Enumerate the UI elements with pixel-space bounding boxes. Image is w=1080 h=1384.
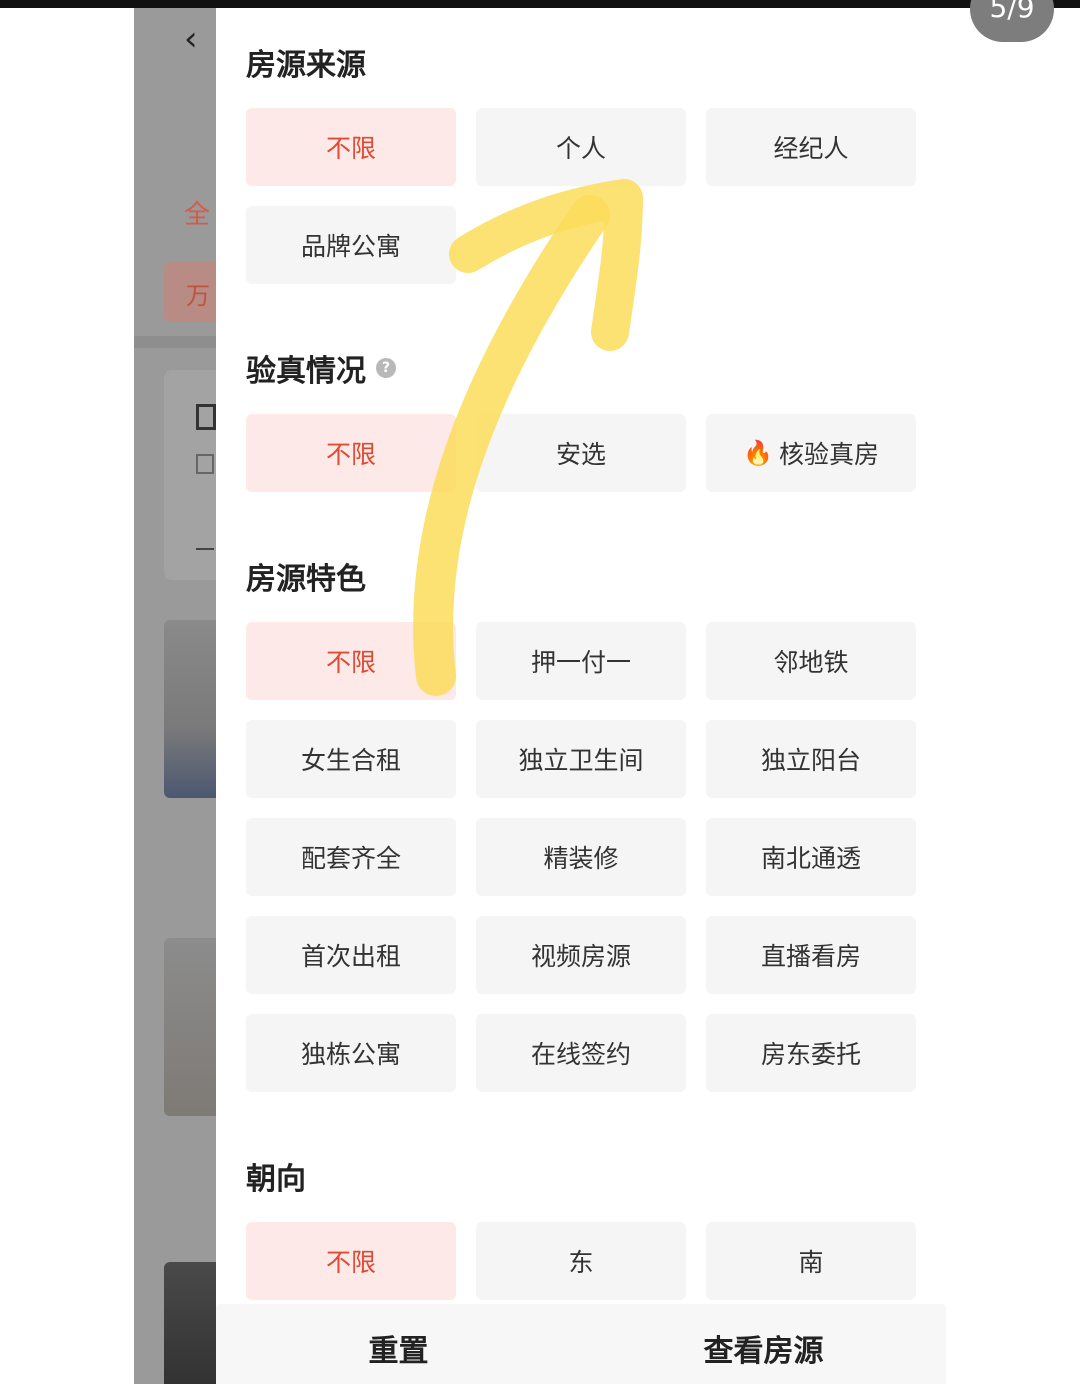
option-source-brand-apartment[interactable]: 品牌公寓: [246, 206, 456, 284]
listing-photo: [164, 620, 216, 798]
background-filter-chip: 万: [164, 262, 216, 322]
fire-icon: 🔥: [743, 439, 773, 467]
background-tab-all: 全: [184, 200, 211, 230]
option-feature-landlord-entrusted[interactable]: 房东委托: [706, 1014, 916, 1092]
option-feature-fully-equipped[interactable]: 配套齐全: [246, 818, 456, 896]
document-icon: [196, 404, 216, 430]
back-icon[interactable]: ‹: [184, 22, 198, 56]
option-verify-unlimited[interactable]: 不限: [246, 414, 456, 492]
option-feature-online-signing[interactable]: 在线签约: [476, 1014, 686, 1092]
option-feature-video-listing[interactable]: 视频房源: [476, 916, 686, 994]
option-feature-live-viewing[interactable]: 直播看房: [706, 916, 916, 994]
reset-button[interactable]: 重置: [216, 1304, 581, 1384]
option-source-unlimited[interactable]: 不限: [246, 108, 456, 186]
option-feature-fine-decoration[interactable]: 精装修: [476, 818, 686, 896]
filter-drawer: 房源来源 不限 个人 经纪人 品牌公寓 验真情况 ? 不限 安选 🔥 核验真房 …: [216, 8, 1080, 1384]
option-feature-near-subway[interactable]: 邻地铁: [706, 622, 916, 700]
option-feature-standalone-apartment[interactable]: 独栋公寓: [246, 1014, 456, 1092]
option-verify-anxuan[interactable]: 安选: [476, 414, 686, 492]
screen: ‹ 全 万 房源来源 不限 个人 经纪人 品牌公寓 验真情况 ? 不限 安选 🔥…: [0, 0, 1080, 1384]
listing-photo: [164, 938, 216, 1116]
option-verify-real-house-label: 核验真房: [778, 440, 879, 469]
background-divider: [134, 336, 216, 348]
option-feature-female-share[interactable]: 女生合租: [246, 720, 456, 798]
option-orientation-unlimited[interactable]: 不限: [246, 1222, 456, 1300]
option-feature-first-rental[interactable]: 首次出租: [246, 916, 456, 994]
section-title-orientation: 朝向: [246, 1162, 306, 1197]
status-strip: [0, 0, 1080, 8]
listing-photo: [164, 1262, 216, 1384]
section-title-verify: 验真情况 ?: [246, 346, 396, 390]
option-feature-deposit-one-pay-one[interactable]: 押一付一: [476, 622, 686, 700]
background-list-page: ‹ 全 万: [134, 8, 216, 1384]
option-feature-north-south[interactable]: 南北通透: [706, 818, 916, 896]
option-verify-real-house[interactable]: 🔥 核验真房: [706, 414, 916, 492]
option-feature-unlimited[interactable]: 不限: [246, 622, 456, 700]
option-source-individual[interactable]: 个人: [476, 108, 686, 186]
option-feature-private-bathroom[interactable]: 独立卫生间: [476, 720, 686, 798]
section-title-verify-label: 验真情况: [246, 354, 366, 389]
view-listings-button[interactable]: 查看房源: [581, 1304, 946, 1384]
option-orientation-east[interactable]: 东: [476, 1222, 686, 1300]
section-title-source: 房源来源: [246, 48, 366, 83]
option-source-agent[interactable]: 经纪人: [706, 108, 916, 186]
background-dash: [196, 548, 214, 550]
option-feature-private-balcony[interactable]: 独立阳台: [706, 720, 916, 798]
drawer-footer: 重置 查看房源: [216, 1304, 946, 1384]
help-icon[interactable]: ?: [376, 358, 396, 378]
background-chip-label: 万: [186, 282, 210, 310]
option-orientation-south[interactable]: 南: [706, 1222, 916, 1300]
building-icon: [196, 454, 214, 474]
section-title-features: 房源特色: [246, 562, 366, 597]
